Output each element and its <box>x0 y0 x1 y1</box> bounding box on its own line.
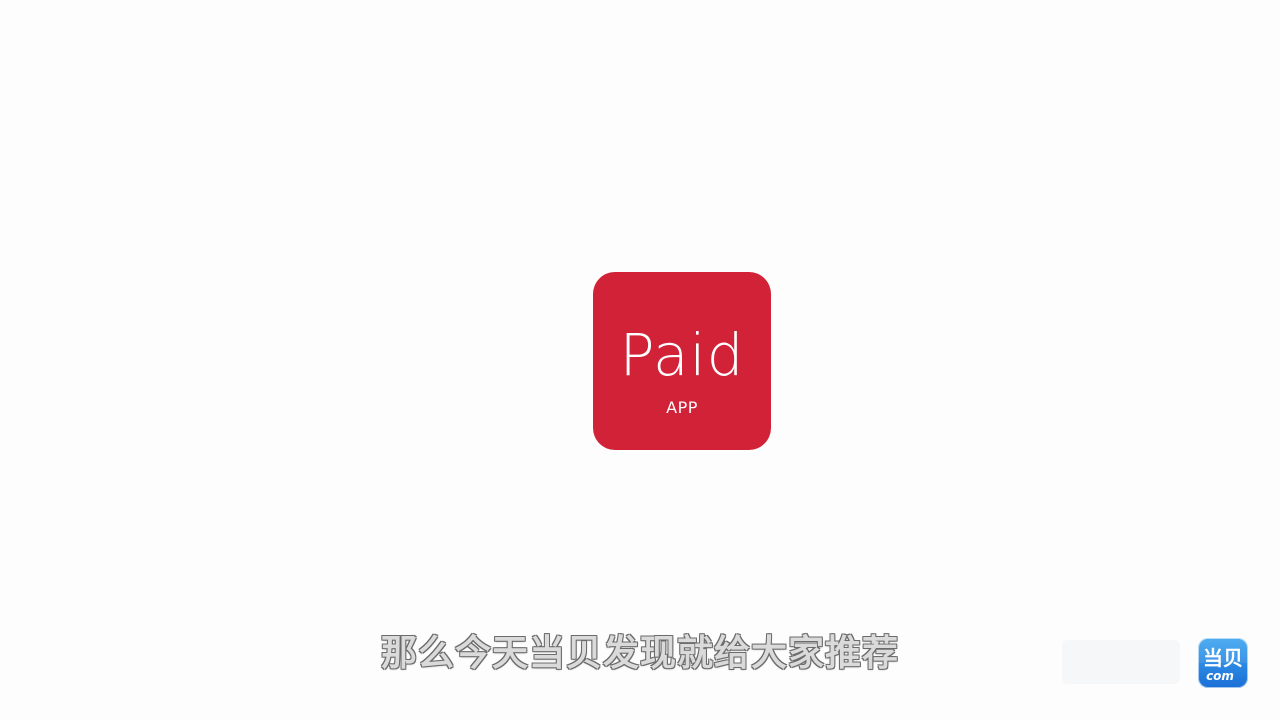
faint-watermark <box>1062 640 1180 684</box>
dangbei-logo-graphic: 当贝 com <box>1198 638 1248 683</box>
app-icon-title: Paid <box>619 321 745 389</box>
app-icon-label: APP <box>666 398 698 417</box>
paid-app-icon: Paid APP <box>593 272 771 450</box>
dangbei-logo-icon: 当贝 com <box>1198 638 1248 688</box>
video-frame: Paid APP 那么今天当贝发现就给大家推荐 当贝 com <box>0 0 1280 720</box>
svg-text:当贝: 当贝 <box>1203 646 1243 670</box>
svg-text:com: com <box>1206 669 1234 683</box>
